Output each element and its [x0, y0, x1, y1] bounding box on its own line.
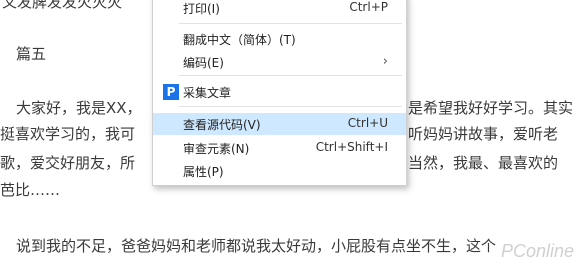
doc-line: 芭比…… — [0, 181, 61, 199]
doc-line: 歌，爱交好朋友，所 — [0, 154, 136, 172]
menu-separator — [179, 106, 402, 107]
menu-separator — [179, 23, 402, 24]
menu-item-translate[interactable]: 翻成中文（简体）(T) — [153, 28, 406, 50]
menu-item-label: 打印(I) — [183, 2, 220, 16]
menu-item-label: 属性(P) — [183, 165, 224, 179]
collect-app-icon: P — [163, 84, 179, 100]
doc-line: 挺喜欢学习的，我可 — [0, 125, 136, 143]
menu-item-shortcut: Ctrl+Shift+I — [315, 140, 388, 154]
watermark: PConline — [500, 241, 574, 261]
menu-item-print[interactable]: 打印(I) Ctrl+P — [153, 0, 406, 19]
menu-item-label: 编码(E) — [183, 56, 224, 70]
doc-heading: 篇五 — [16, 45, 47, 63]
menu-item-properties[interactable]: 属性(P) — [153, 160, 406, 182]
doc-line-fragment: 是希望我好好学习。其实 — [408, 99, 574, 117]
context-menu: 打印(I) Ctrl+P 翻成中文（简体）(T) 编码(E) › P 采集文章 … — [152, 0, 407, 186]
doc-line-fragment: 当然，我最、最喜欢的 — [408, 154, 559, 172]
menu-item-view-source[interactable]: 查看源代码(V) Ctrl+U — [153, 113, 406, 135]
menu-item-shortcut: Ctrl+P — [349, 0, 388, 14]
menu-item-label: 采集文章 — [183, 86, 232, 100]
doc-line-top: 又发脾发发火灭灭 — [2, 0, 123, 11]
menu-item-label: 翻成中文（简体）(T) — [183, 33, 296, 47]
menu-item-collect-article[interactable]: P 采集文章 — [153, 81, 406, 103]
menu-item-encoding[interactable]: 编码(E) › — [153, 51, 406, 73]
menu-item-label: 审查元素(N) — [183, 142, 250, 156]
doc-line: 说到我的不足，爸爸妈妈和老师都说我太好动，小屁股有点坐不生，这个 — [16, 237, 497, 255]
menu-item-inspect[interactable]: 审查元素(N) Ctrl+Shift+I — [153, 137, 406, 159]
menu-item-label: 查看源代码(V) — [183, 118, 261, 132]
menu-separator — [179, 75, 402, 76]
doc-line: 大家好，我是XX， — [16, 99, 142, 117]
doc-line-fragment: 听妈妈讲故事，爱听老 — [408, 125, 559, 143]
menu-item-shortcut: Ctrl+U — [347, 116, 388, 130]
chevron-right-icon: › — [382, 54, 388, 69]
